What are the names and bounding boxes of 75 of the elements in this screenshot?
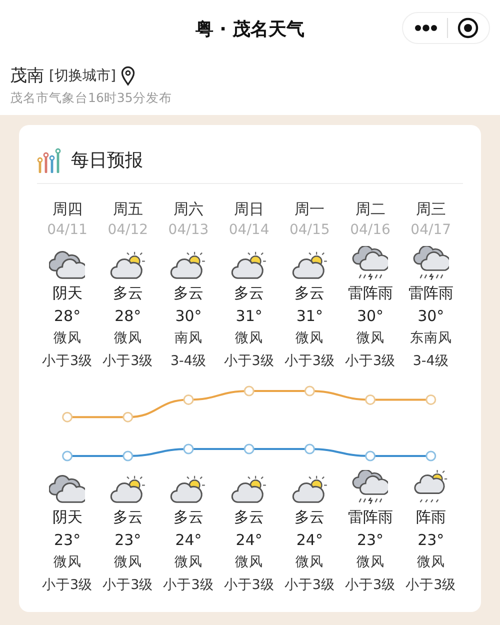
switch-city-link[interactable]: [切换城市] <box>49 66 116 84</box>
high-temperature: 28° <box>114 306 142 326</box>
weekday: 周三 <box>416 200 446 219</box>
wind-direction: 微风 <box>53 329 82 348</box>
page-title: 粤 · 茂名天气 <box>195 18 305 41</box>
date: 04/14 <box>228 222 270 238</box>
low-temperature: 24° <box>296 530 323 550</box>
wind-force: 小于3级 <box>42 576 93 594</box>
weather-condition: 雷阵雨 <box>348 507 393 528</box>
wind-force: 小于3级 <box>102 352 154 370</box>
weekday: 周二 <box>355 200 386 219</box>
wind-direction: 微风 <box>416 553 445 572</box>
weekday: 周五 <box>112 200 143 219</box>
weekday: 周日 <box>234 200 264 219</box>
weather-condition: 多云 <box>234 283 264 304</box>
wind-force: 小于3级 <box>344 576 396 594</box>
low-temperature: 24° <box>236 530 262 550</box>
weather-condition: 阴天 <box>52 507 82 528</box>
date: 04/11 <box>47 222 88 238</box>
wind-force: 小于3级 <box>406 576 456 594</box>
wind-direction: 微风 <box>235 329 264 348</box>
weather-condition: 多云 <box>173 507 204 528</box>
wind-direction: 微风 <box>53 553 82 572</box>
weekday: 周四 <box>52 200 82 219</box>
wind-force: 小于3级 <box>344 352 396 370</box>
high-temperature: 30° <box>418 306 444 326</box>
wind-force: 3-4级 <box>412 352 449 370</box>
wind-force: 小于3级 <box>163 576 214 594</box>
high-temperature: 31° <box>296 306 323 326</box>
date: 04/12 <box>108 222 148 238</box>
wind-direction: 微风 <box>296 329 324 348</box>
low-temperature: 24° <box>175 530 202 550</box>
wind-direction: 微风 <box>356 553 384 572</box>
date: 04/13 <box>168 222 209 238</box>
high-temperature: 30° <box>175 306 202 326</box>
weather-condition: 阵雨 <box>416 507 446 528</box>
low-temperature: 23° <box>114 530 142 550</box>
weather-condition: 多云 <box>234 507 264 528</box>
wind-direction: 微风 <box>235 553 264 572</box>
high-temperature: 28° <box>54 306 81 326</box>
wind-force: 小于3级 <box>224 352 274 370</box>
low-temperature: 23° <box>356 530 384 550</box>
wind-direction: 南风 <box>174 329 202 348</box>
weekday: 周一 <box>294 200 325 219</box>
wind-direction: 微风 <box>356 329 384 348</box>
date: 04/17 <box>410 222 452 238</box>
wind-force: 小于3级 <box>42 352 93 370</box>
city-name: 茂南 <box>10 65 44 87</box>
wind-direction: 微风 <box>174 553 202 572</box>
wind-force: 小于3级 <box>224 576 274 594</box>
wind-direction: 微风 <box>114 329 142 348</box>
weather-condition: 多云 <box>112 507 143 528</box>
publish-info: 茂名市气象台16时35分发布 <box>10 90 173 107</box>
weekday: 周六 <box>173 200 204 219</box>
wind-force: 小于3级 <box>284 576 335 594</box>
low-temperature: 23° <box>418 530 444 550</box>
date: 04/15 <box>289 222 330 238</box>
wind-force: 3-4级 <box>170 352 207 370</box>
wind-direction: 东南风 <box>410 329 452 348</box>
weather-condition: 阴天 <box>52 283 82 304</box>
wind-direction: 微风 <box>114 553 142 572</box>
weather-condition: 多云 <box>173 283 204 304</box>
wind-force: 小于3级 <box>102 576 154 594</box>
wind-force: 小于3级 <box>284 352 335 370</box>
forecast-title: 每日预报 <box>71 149 143 172</box>
weather-condition: 多云 <box>294 507 325 528</box>
weather-condition: 雷阵雨 <box>408 283 454 304</box>
low-temperature: 23° <box>54 530 81 550</box>
high-temperature: 30° <box>356 306 384 326</box>
wind-direction: 微风 <box>296 553 324 572</box>
weather-condition: 雷阵雨 <box>348 283 393 304</box>
weather-condition: 多云 <box>112 283 143 304</box>
weather-condition: 多云 <box>294 283 325 304</box>
date: 04/16 <box>350 222 390 238</box>
high-temperature: 31° <box>236 306 262 326</box>
